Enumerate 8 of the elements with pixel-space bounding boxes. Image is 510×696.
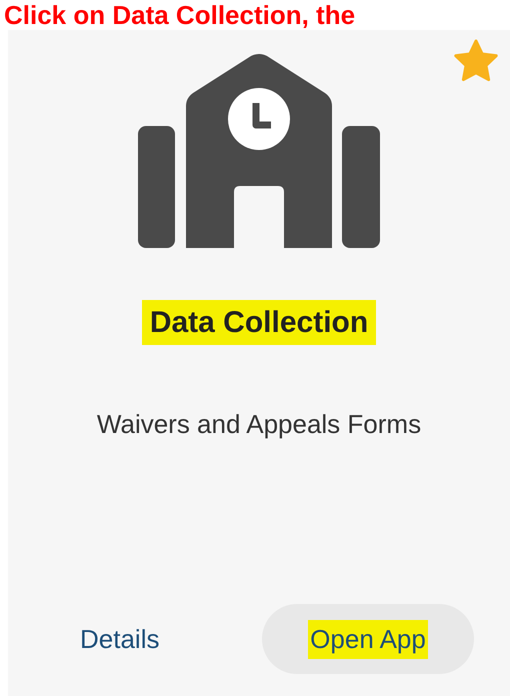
- app-description: Waivers and Appeals Forms: [96, 408, 422, 441]
- open-app-label: Open App: [308, 620, 428, 658]
- app-title: Data Collection: [142, 300, 376, 345]
- annotation-text: Click on Data Collection, the: [3, 0, 356, 30]
- open-app-button[interactable]: Open App: [262, 604, 474, 674]
- school-clock-icon: [138, 54, 380, 248]
- details-link[interactable]: Details: [80, 620, 160, 658]
- star-icon[interactable]: [452, 38, 500, 84]
